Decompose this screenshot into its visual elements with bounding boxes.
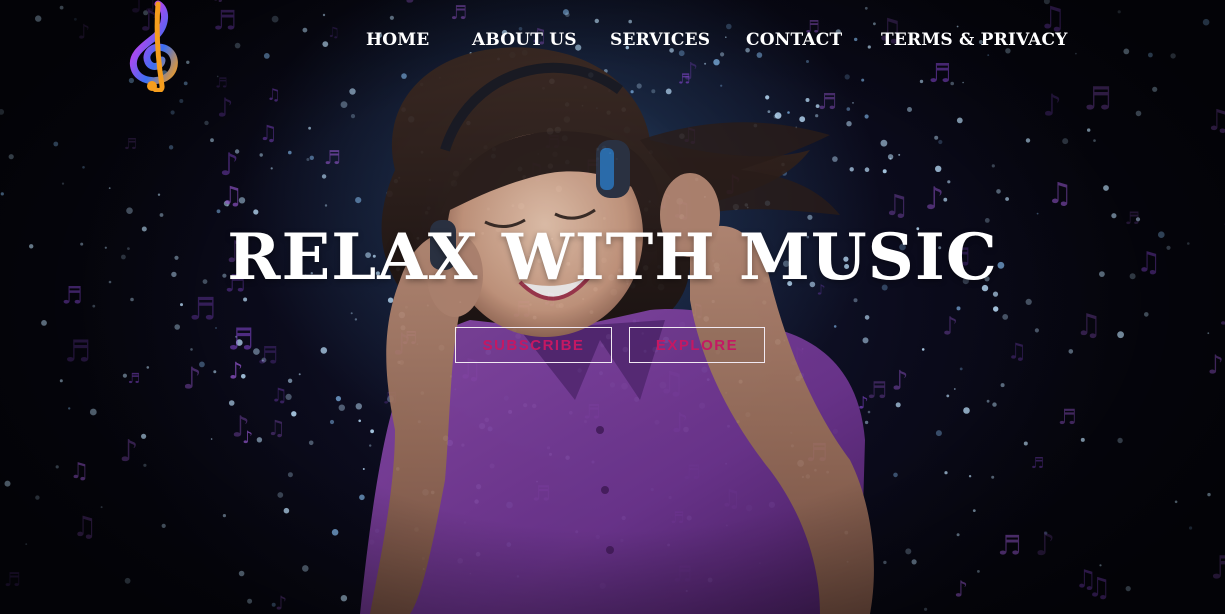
- svg-text:♫: ♫: [884, 188, 910, 222]
- svg-text:♬: ♬: [215, 76, 228, 92]
- svg-text:♬: ♬: [128, 371, 141, 387]
- hero-section: ♬♪♬♫♬♬♫♫♬♬♬♫♬♫♪♬♬♬♬♬♫♬♪♬♫♪♪♪♪♫♬♪♬♪♬♬♬♫♬♪…: [0, 0, 1225, 614]
- svg-text:♬: ♬: [1031, 454, 1044, 472]
- nav-item-terms-privacy[interactable]: TERMS & PRIVACY: [881, 30, 1068, 50]
- nav-item-contact[interactable]: CONTACT: [746, 30, 842, 50]
- svg-text:♫: ♫: [1047, 176, 1073, 210]
- hero-background-image: ♬♪♬♫♬♬♫♫♬♬♬♫♬♫♪♬♬♬♬♬♫♬♪♬♫♪♪♪♪♫♬♪♬♪♬♬♬♫♬♪…: [0, 0, 1225, 614]
- svg-text:♫: ♫: [1206, 103, 1225, 137]
- svg-text:♫: ♫: [1007, 340, 1027, 365]
- svg-text:♫: ♫: [267, 416, 286, 440]
- svg-text:♪: ♪: [183, 362, 202, 397]
- explore-button[interactable]: EXPLORE: [629, 327, 765, 363]
- svg-text:♫: ♫: [1217, 305, 1225, 330]
- svg-text:♪: ♪: [1207, 351, 1224, 381]
- svg-text:♬: ♬: [928, 59, 951, 89]
- svg-text:♬: ♬: [450, 2, 467, 24]
- svg-text:♫: ♫: [1075, 565, 1097, 594]
- svg-text:♬: ♬: [324, 147, 341, 169]
- svg-text:♬: ♬: [1058, 405, 1077, 429]
- nav-item-services[interactable]: SERVICES: [610, 30, 710, 50]
- svg-text:♬: ♬: [1210, 549, 1225, 587]
- svg-text:♪: ♪: [275, 592, 287, 614]
- svg-text:♪: ♪: [1043, 89, 1062, 124]
- svg-text:♪: ♪: [925, 181, 945, 217]
- svg-text:♫: ♫: [271, 385, 288, 407]
- svg-text:♪: ♪: [119, 434, 138, 469]
- svg-text:♬: ♬: [257, 342, 279, 370]
- nav-item-home[interactable]: HOME: [366, 30, 429, 50]
- svg-text:♫: ♫: [221, 181, 243, 210]
- svg-text:♪: ♪: [231, 410, 250, 444]
- svg-text:♬: ♬: [818, 90, 838, 115]
- main-nav: HOME ABOUT US SERVICES CONTACT TERMS & P…: [0, 30, 1225, 54]
- svg-text:♪: ♪: [1035, 525, 1055, 563]
- svg-text:♬: ♬: [124, 135, 137, 153]
- svg-text:♪: ♪: [219, 147, 239, 183]
- svg-text:♪: ♪: [891, 366, 908, 397]
- svg-text:♪: ♪: [217, 94, 234, 124]
- svg-text:♫: ♫: [72, 510, 97, 543]
- svg-text:♬: ♬: [1084, 80, 1113, 118]
- svg-text:♬: ♬: [227, 323, 254, 358]
- svg-text:♬: ♬: [997, 531, 1021, 562]
- hero-headline: RELAX WITH MUSIC: [227, 220, 998, 295]
- svg-text:♫: ♫: [1075, 308, 1102, 343]
- nav-item-about-us[interactable]: ABOUT US: [472, 30, 577, 50]
- svg-text:♫: ♫: [259, 121, 278, 145]
- svg-text:♫: ♫: [211, 0, 224, 4]
- svg-text:♪: ♪: [229, 359, 244, 385]
- svg-text:♬: ♬: [64, 335, 91, 370]
- svg-text:♬: ♬: [867, 378, 888, 404]
- subscribe-button[interactable]: SUBSCRIBE: [455, 327, 612, 363]
- svg-text:♪: ♪: [954, 577, 968, 602]
- svg-text:♬: ♬: [4, 569, 21, 591]
- woman-figure: [360, 47, 874, 614]
- svg-text:♫: ♫: [70, 459, 90, 484]
- svg-text:♪: ♪: [942, 312, 958, 341]
- svg-text:♪: ♪: [683, 58, 698, 86]
- svg-text:♫: ♫: [266, 85, 280, 104]
- svg-text:♪: ♪: [404, 0, 421, 9]
